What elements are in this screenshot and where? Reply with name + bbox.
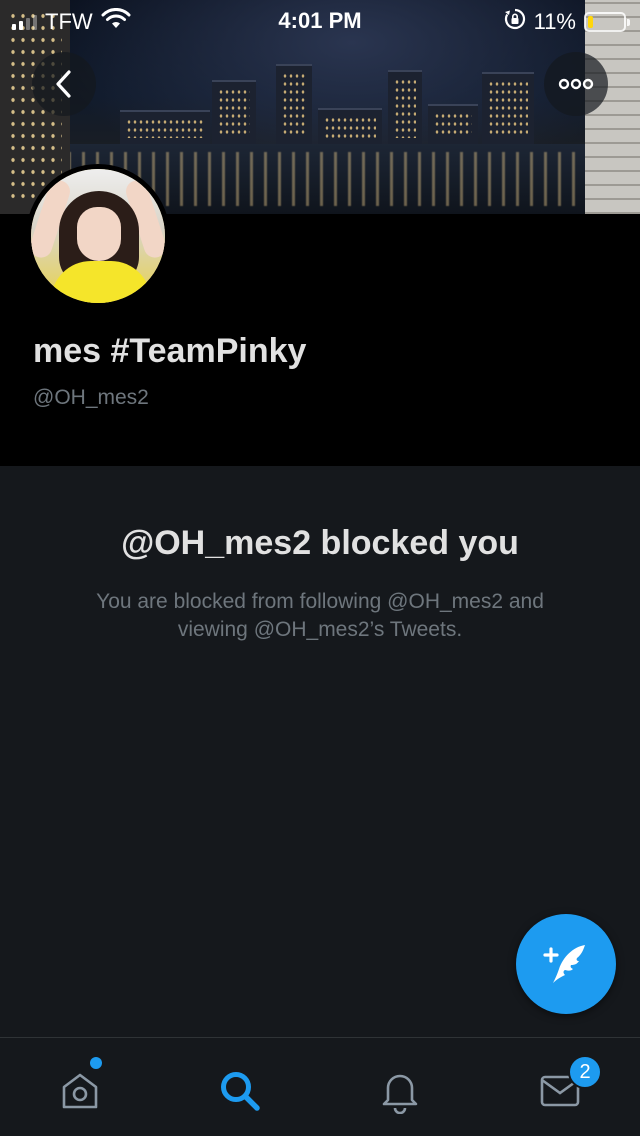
display-name: mes #TeamPinky xyxy=(33,332,307,370)
banner-building xyxy=(276,64,312,144)
banner-building xyxy=(318,108,382,144)
banner-building xyxy=(482,72,534,144)
tab-search[interactable] xyxy=(215,1066,265,1116)
status-bar: TFW 4:01 PM 11% xyxy=(0,0,640,40)
user-handle: @OH_mes2 xyxy=(33,386,149,409)
banner-building xyxy=(120,110,210,144)
compose-tweet-icon xyxy=(543,945,585,983)
search-icon xyxy=(221,1072,260,1111)
more-horizontal-icon xyxy=(558,78,594,90)
tab-home[interactable] xyxy=(55,1066,105,1116)
compose-tweet-button[interactable] xyxy=(516,914,616,1014)
battery-icon xyxy=(584,12,630,32)
tab-notifications[interactable] xyxy=(375,1066,425,1116)
status-right: 11% xyxy=(504,8,630,36)
banner-building xyxy=(428,104,478,144)
messages-badge: 2 xyxy=(568,1055,602,1089)
more-options-button[interactable] xyxy=(544,52,608,116)
banner-building xyxy=(212,80,256,144)
tab-bar: 2 xyxy=(0,1037,640,1136)
banner-building xyxy=(388,70,422,144)
bell-icon xyxy=(382,1074,418,1114)
back-button[interactable] xyxy=(32,52,96,116)
home-icon xyxy=(62,1073,98,1109)
blocked-title: @OH_mes2 blocked you xyxy=(121,524,519,562)
avatar[interactable] xyxy=(26,164,170,308)
blocked-description: You are blocked from following @OH_mes2 … xyxy=(96,590,544,641)
orientation-lock-icon xyxy=(504,8,526,36)
home-notification-dot xyxy=(90,1057,102,1069)
battery-fill xyxy=(588,16,593,28)
battery-percent: 11% xyxy=(533,9,576,34)
chevron-left-icon xyxy=(56,70,71,98)
